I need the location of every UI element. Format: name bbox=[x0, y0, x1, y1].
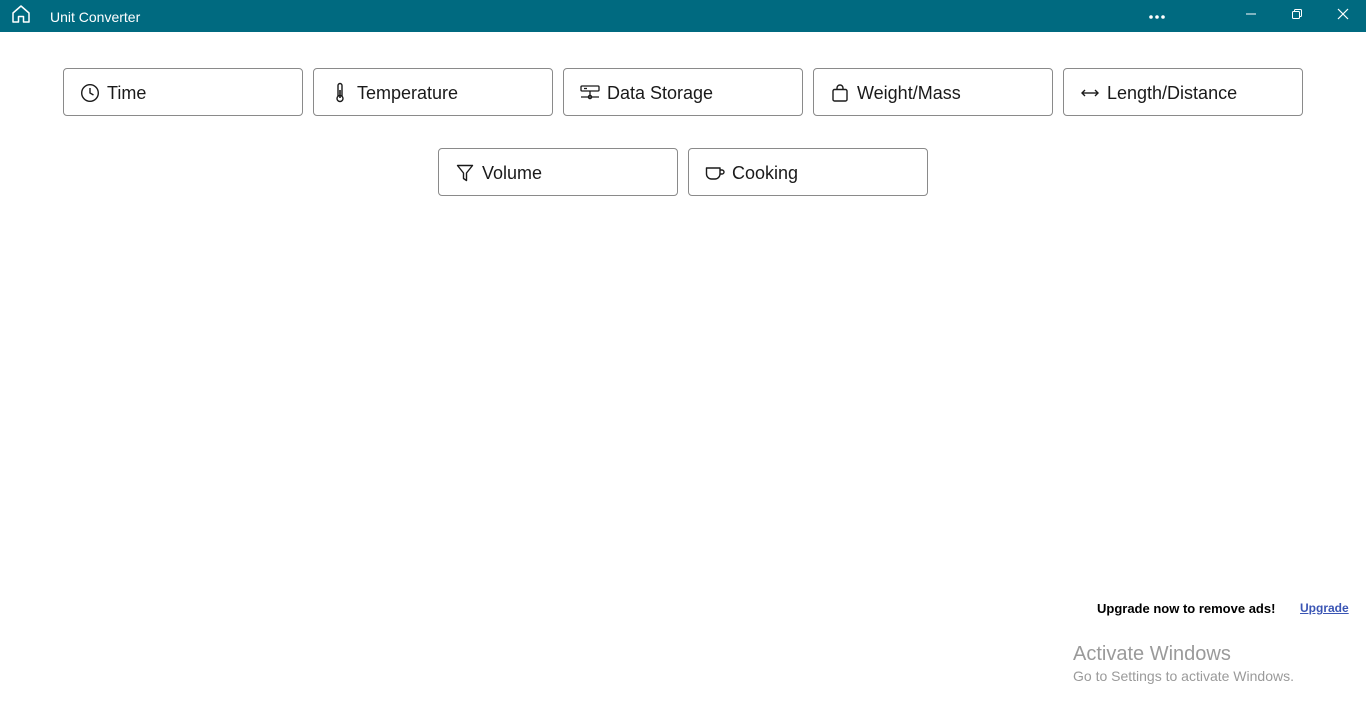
data-storage-icon bbox=[579, 82, 601, 104]
home-icon bbox=[10, 3, 32, 30]
category-weight-mass-button[interactable]: Weight/Mass bbox=[813, 68, 1053, 116]
category-volume-button[interactable]: Volume bbox=[438, 148, 678, 196]
ad-message: Upgrade now to remove ads! bbox=[1097, 601, 1276, 616]
app-title: Unit Converter bbox=[50, 9, 141, 25]
clock-icon bbox=[79, 82, 101, 104]
close-icon bbox=[1337, 7, 1349, 25]
category-data-storage-button[interactable]: Data Storage bbox=[563, 68, 803, 116]
bag-icon bbox=[829, 82, 851, 104]
more-options-icon bbox=[1148, 7, 1166, 25]
category-length-distance-button[interactable]: Length/Distance bbox=[1063, 68, 1303, 116]
category-label: Weight/Mass bbox=[857, 83, 961, 103]
minimize-icon bbox=[1245, 7, 1257, 25]
activate-windows-subtitle: Go to Settings to activate Windows. bbox=[1073, 668, 1294, 684]
category-label: Time bbox=[107, 83, 147, 103]
category-label: Cooking bbox=[732, 163, 799, 183]
category-label: Volume bbox=[482, 163, 543, 183]
close-button[interactable] bbox=[1320, 0, 1366, 32]
category-temperature-button[interactable]: Temperature bbox=[313, 68, 553, 116]
upgrade-link[interactable]: Upgrade bbox=[1300, 601, 1349, 615]
category-cooking-button[interactable]: Cooking bbox=[688, 148, 928, 196]
title-bar: Unit Converter bbox=[0, 0, 1366, 32]
home-button[interactable] bbox=[8, 4, 34, 28]
activate-windows-title: Activate Windows bbox=[1073, 643, 1231, 665]
double-arrow-icon bbox=[1079, 82, 1101, 104]
maximize-button[interactable] bbox=[1274, 0, 1320, 32]
more-options-button[interactable] bbox=[1134, 0, 1180, 32]
thermometer-icon bbox=[329, 82, 351, 104]
category-label: Data Storage bbox=[607, 83, 714, 103]
category-label: Temperature bbox=[357, 83, 459, 103]
funnel-icon bbox=[454, 162, 476, 184]
cup-icon bbox=[704, 162, 726, 184]
minimize-button[interactable] bbox=[1228, 0, 1274, 32]
maximize-icon bbox=[1291, 7, 1303, 25]
category-time-button[interactable]: Time bbox=[63, 68, 303, 116]
category-label: Length/Distance bbox=[1107, 83, 1238, 103]
